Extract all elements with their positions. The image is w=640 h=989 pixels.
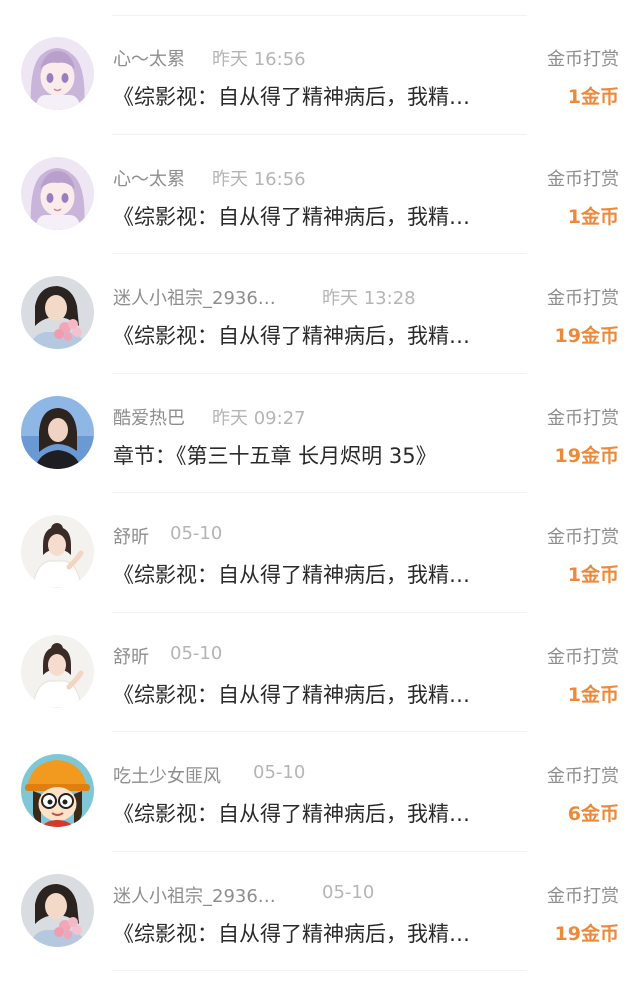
avatar[interactable]: [21, 396, 94, 469]
user-name[interactable]: 吃土少女匪风: [113, 762, 221, 788]
list-item[interactable]: 心～太累 昨天 16:56 金币打赏 《综影视：自从得了精神病后，我精… 1金币: [0, 15, 640, 135]
timestamp: 05-10: [253, 762, 306, 783]
reward-label: 金币打赏: [547, 766, 619, 787]
reward-amount: 6金币: [567, 803, 619, 825]
user-name[interactable]: 酷爱热巴: [113, 404, 185, 430]
list-item[interactable]: 酷爱热巴 昨天 09:27 金币打赏 章节：《第三十五章 长月烬明 35》 19…: [0, 374, 640, 493]
timestamp: 昨天 16:56: [212, 168, 306, 190]
list-item[interactable]: 迷人小祖宗_2936… 05-10 金币打赏 《综影视：自从得了精神病后，我精……: [0, 852, 640, 971]
timestamp: 05-10: [322, 881, 375, 903]
user-name[interactable]: 迷人小祖宗_2936…: [113, 882, 276, 908]
reward-amount: 19金币: [554, 325, 619, 347]
user-name[interactable]: 舒昕: [113, 523, 149, 549]
list-item[interactable]: 迷人小祖宗_2936… 昨天 13:28 金币打赏 《综影视：自从得了精神病后，…: [0, 254, 640, 374]
user-name[interactable]: 心～太累: [113, 45, 185, 71]
reward-content[interactable]: 《综影视：自从得了精神病后，我精…: [113, 559, 523, 589]
reward-label: 金币打赏: [547, 49, 619, 70]
timestamp: 05-10: [170, 523, 223, 544]
reward-list: 心～太累 昨天 16:56 金币打赏 《综影视：自从得了精神病后，我精… 1金币…: [0, 0, 640, 989]
avatar[interactable]: [21, 157, 94, 230]
reward-content[interactable]: 《综影视：自从得了精神病后，我精…: [113, 679, 523, 709]
timestamp: 昨天 13:28: [322, 288, 416, 309]
reward-amount: 1金币: [567, 205, 619, 228]
reward-content[interactable]: 《综影视：自从得了精神病后，我精…: [113, 201, 523, 231]
reward-content[interactable]: 《综影视：自从得了精神病后，我精…: [113, 320, 523, 350]
timestamp: 05-10: [170, 642, 223, 664]
avatar[interactable]: [21, 515, 94, 588]
avatar[interactable]: [21, 37, 94, 110]
reward-content[interactable]: 《综影视：自从得了精神病后，我精…: [113, 918, 523, 948]
reward-content[interactable]: 《综影视：自从得了精神病后，我精…: [113, 798, 523, 828]
timestamp: 昨天 09:27: [212, 407, 306, 429]
avatar[interactable]: [21, 754, 94, 827]
reward-label: 金币打赏: [547, 168, 619, 190]
reward-amount: 1金币: [567, 86, 619, 108]
list-item[interactable]: 吃土少女匪风 05-10 金币打赏 《综影视：自从得了精神病后，我精… 6金币: [0, 732, 640, 852]
list-item[interactable]: 舒昕 05-10 金币打赏 《综影视：自从得了精神病后，我精… 1金币: [0, 493, 640, 613]
reward-label: 金币打赏: [547, 646, 619, 668]
reward-label: 金币打赏: [547, 288, 619, 309]
avatar[interactable]: [21, 635, 94, 708]
reward-label: 金币打赏: [547, 885, 619, 907]
divider: [112, 970, 527, 971]
reward-content[interactable]: 章节：《第三十五章 长月烬明 35》: [113, 440, 523, 470]
reward-amount: 19金币: [554, 922, 619, 945]
reward-content[interactable]: 《综影视：自从得了精神病后，我精…: [113, 81, 523, 111]
avatar[interactable]: [21, 874, 94, 947]
reward-amount: 1金币: [567, 564, 619, 586]
list-item[interactable]: 心～太累 昨天 16:56 金币打赏 《综影视：自从得了精神病后，我精… 1金币: [0, 135, 640, 254]
avatar[interactable]: [21, 276, 94, 349]
reward-label: 金币打赏: [547, 527, 619, 548]
list-item[interactable]: 舒昕 05-10 金币打赏 《综影视：自从得了精神病后，我精… 1金币: [0, 613, 640, 732]
user-name[interactable]: 迷人小祖宗_2936…: [113, 284, 276, 310]
reward-label: 金币打赏: [547, 407, 619, 429]
reward-amount: 19金币: [554, 444, 619, 467]
timestamp: 昨天 16:56: [212, 49, 306, 70]
user-name[interactable]: 心～太累: [113, 165, 185, 191]
user-name[interactable]: 舒昕: [113, 643, 149, 669]
reward-amount: 1金币: [567, 683, 619, 706]
